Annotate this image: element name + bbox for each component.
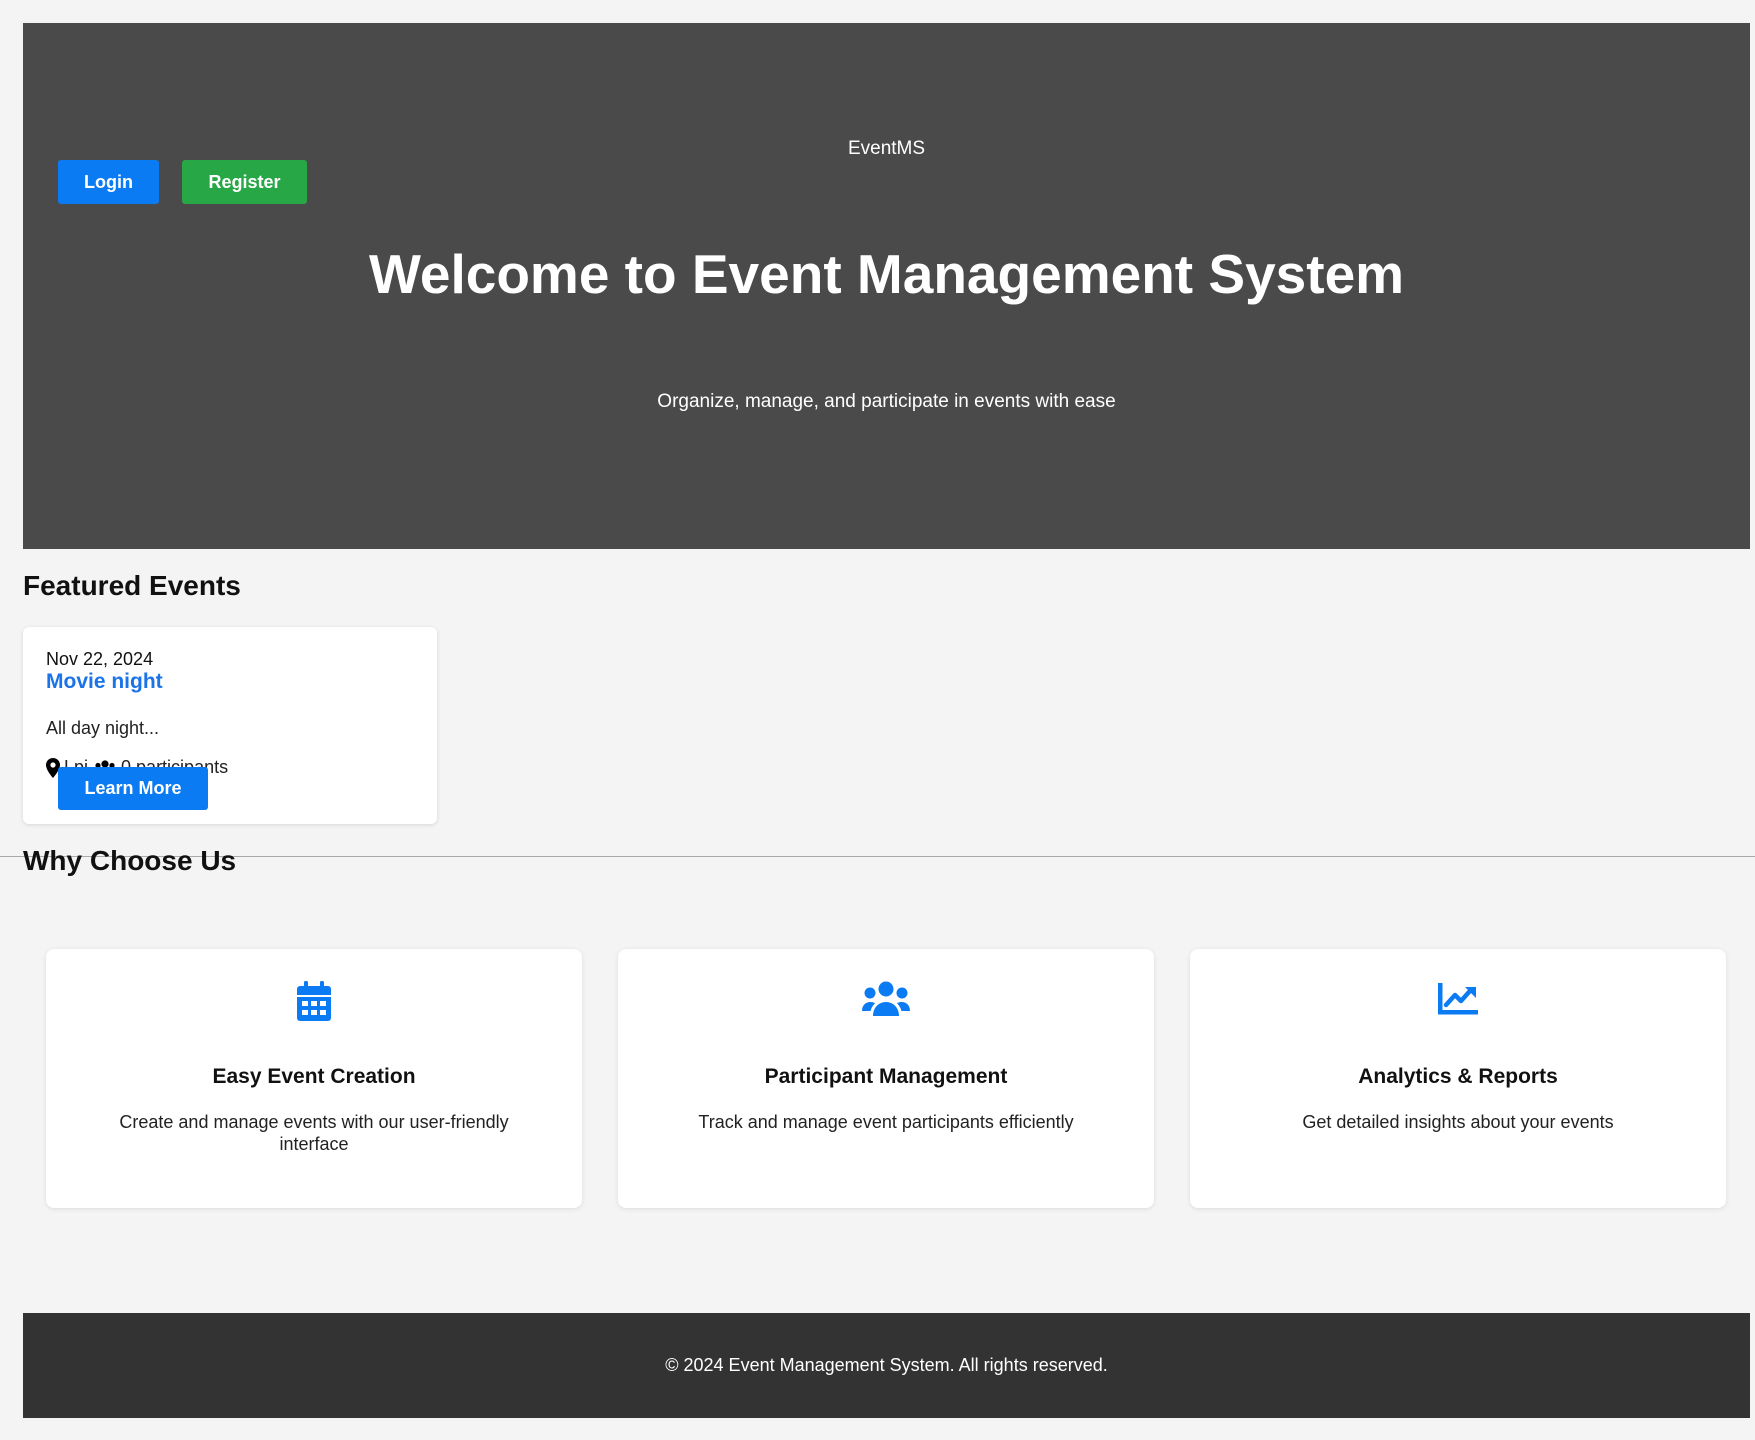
section-divider <box>0 856 1755 857</box>
footer: © 2024 Event Management System. All righ… <box>23 1313 1750 1418</box>
brand-name: EventMS <box>847 138 926 159</box>
feature-card-analytics: Analytics & Reports Get detailed insight… <box>1190 949 1726 1208</box>
event-description: All day night... <box>46 718 160 738</box>
footer-copyright: © 2024 Event Management System. All righ… <box>665 1355 1108 1375</box>
feature-title: Easy Event Creation <box>212 1065 416 1088</box>
feature-card-participant-management: Participant Management Track and manage … <box>618 949 1154 1208</box>
event-card: Nov 22, 2024 Movie night All day night..… <box>23 627 437 824</box>
feature-description: Track and manage event participants effi… <box>698 1112 1074 1132</box>
hero-banner: EventMS Login Register Welcome to Event … <box>23 23 1750 549</box>
page: EventMS Login Register Welcome to Event … <box>0 0 1755 1440</box>
why-choose-us-heading: Why Choose Us <box>23 845 237 876</box>
register-button[interactable]: Register <box>182 160 307 204</box>
login-button[interactable]: Login <box>58 160 159 204</box>
feature-title: Analytics & Reports <box>1358 1065 1558 1088</box>
event-title-link[interactable]: Movie night <box>46 670 163 694</box>
event-date: Nov 22, 2024 <box>46 649 154 669</box>
calendar-icon <box>297 981 331 1026</box>
users-icon <box>862 981 910 1022</box>
feature-description: Create and manage events with our user-f… <box>119 1112 509 1154</box>
hero-title: Welcome to Event Management System <box>368 243 1405 305</box>
learn-more-button[interactable]: Learn More <box>58 767 208 810</box>
chart-line-icon <box>1438 981 1478 1022</box>
hero-tagline: Organize, manage, and participate in eve… <box>657 391 1116 412</box>
feature-card-event-creation: Easy Event Creation Create and manage ev… <box>46 949 582 1208</box>
featured-events-heading: Featured Events <box>23 570 241 601</box>
feature-title: Participant Management <box>764 1065 1008 1088</box>
feature-description: Get detailed insights about your events <box>1302 1112 1614 1132</box>
